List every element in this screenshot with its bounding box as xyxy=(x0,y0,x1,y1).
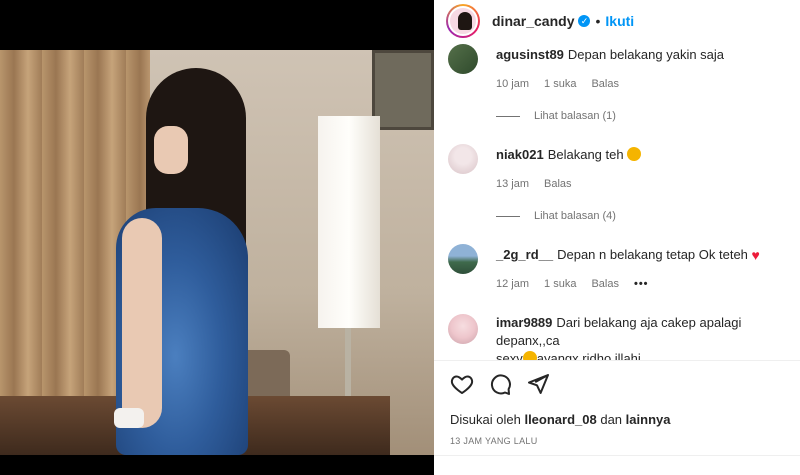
comment-username[interactable]: niak021 xyxy=(496,147,544,162)
view-replies-label: Lihat balasan (4) xyxy=(534,210,616,222)
heart-eyes-emoji-icon xyxy=(627,147,642,161)
likes-and: dan xyxy=(600,412,623,427)
comment-text: imar9889 Dari belakang aja cakep apalagi … xyxy=(496,314,800,360)
heart-icon[interactable] xyxy=(450,372,474,396)
heart-eyes-emoji-icon xyxy=(522,351,537,360)
bottom-divider xyxy=(434,455,800,456)
reply-button[interactable]: Balas xyxy=(544,178,572,190)
photo-person xyxy=(108,68,260,455)
comment-likes[interactable]: 1 suka xyxy=(544,78,576,90)
commenter-avatar[interactable] xyxy=(448,314,478,344)
replies-line xyxy=(496,215,520,217)
more-options-button[interactable]: ••• xyxy=(634,278,649,290)
photo-lamp-shade xyxy=(318,116,380,328)
photo-cuff xyxy=(114,408,144,428)
comment-username[interactable]: imar9889 xyxy=(496,315,552,330)
comment-time: 13 jam xyxy=(496,178,530,190)
comment-text: _2g_rd__ Depan n belakang tetap Ok teteh … xyxy=(496,246,800,264)
comment-body: Belakang teh xyxy=(547,147,624,162)
comment-body-cont: sexy xyxy=(496,351,523,360)
comment-body-cont: ayangx ridho illahi xyxy=(536,351,641,360)
red-heart-emoji-icon: ♥ xyxy=(751,247,760,263)
comments-list[interactable]: agusinst89 Depan belakang yakin saja 10 j… xyxy=(434,42,800,360)
verified-badge-icon: ✓ xyxy=(578,15,591,27)
liker-username[interactable]: lleonard_08 xyxy=(524,412,596,427)
commenter-avatar[interactable] xyxy=(448,144,478,174)
comment-body: Depan n belakang tetap Ok teteh xyxy=(557,247,748,262)
likes-summary: Disukai oleh lleonard_08 dan lainnya xyxy=(450,412,670,427)
reply-button[interactable]: Balas xyxy=(591,278,619,290)
view-replies-button[interactable]: Lihat balasan (1) xyxy=(496,110,616,122)
profile-username[interactable]: dinar_candy xyxy=(492,13,574,29)
photo-arm xyxy=(122,218,162,428)
replies-line xyxy=(496,115,520,117)
photo-face xyxy=(154,126,188,174)
follow-button[interactable]: Ikuti xyxy=(605,13,634,29)
post-header: dinar_candy ✓ • Ikuti xyxy=(434,0,800,42)
header-separator: • xyxy=(595,13,601,29)
post-photo[interactable] xyxy=(0,50,434,455)
view-replies-button[interactable]: Lihat balasan (4) xyxy=(496,210,616,222)
post-media xyxy=(0,0,434,475)
comment-username[interactable]: _2g_rd__ xyxy=(496,247,553,262)
post-timestamp: 13 JAM YANG LALU xyxy=(450,436,538,446)
send-paper-plane-icon[interactable] xyxy=(526,372,550,396)
view-replies-label: Lihat balasan (1) xyxy=(534,110,616,122)
comment-likes[interactable]: 1 suka xyxy=(544,278,576,290)
comment-text: niak021 Belakang teh xyxy=(496,146,800,164)
profile-avatar[interactable] xyxy=(446,4,480,38)
comment-time: 10 jam xyxy=(496,78,530,90)
likes-others-link[interactable]: lainnya xyxy=(626,412,671,427)
actions-divider xyxy=(434,360,800,361)
commenter-avatar[interactable] xyxy=(448,44,478,74)
comment-meta: 10 jam 1 suka Balas xyxy=(496,78,634,90)
photo-wall-frame xyxy=(372,50,434,130)
comment-meta: 13 jam Balas xyxy=(496,178,587,190)
comment-meta: 12 jam 1 suka Balas ••• xyxy=(496,278,664,290)
comment-time: 12 jam xyxy=(496,278,530,290)
comment-bubble-icon[interactable] xyxy=(488,372,512,396)
commenter-avatar[interactable] xyxy=(448,244,478,274)
comment-body: Depan belakang yakin saja xyxy=(567,47,725,62)
likes-prefix: Disukai oleh xyxy=(450,412,521,427)
comment-text: agusinst89 Depan belakang yakin saja xyxy=(496,46,800,64)
post-panel: dinar_candy ✓ • Ikuti agusinst89 Depan be… xyxy=(434,0,800,475)
reply-button[interactable]: Balas xyxy=(591,78,619,90)
comment-username[interactable]: agusinst89 xyxy=(496,47,564,62)
post-actions xyxy=(450,372,550,396)
